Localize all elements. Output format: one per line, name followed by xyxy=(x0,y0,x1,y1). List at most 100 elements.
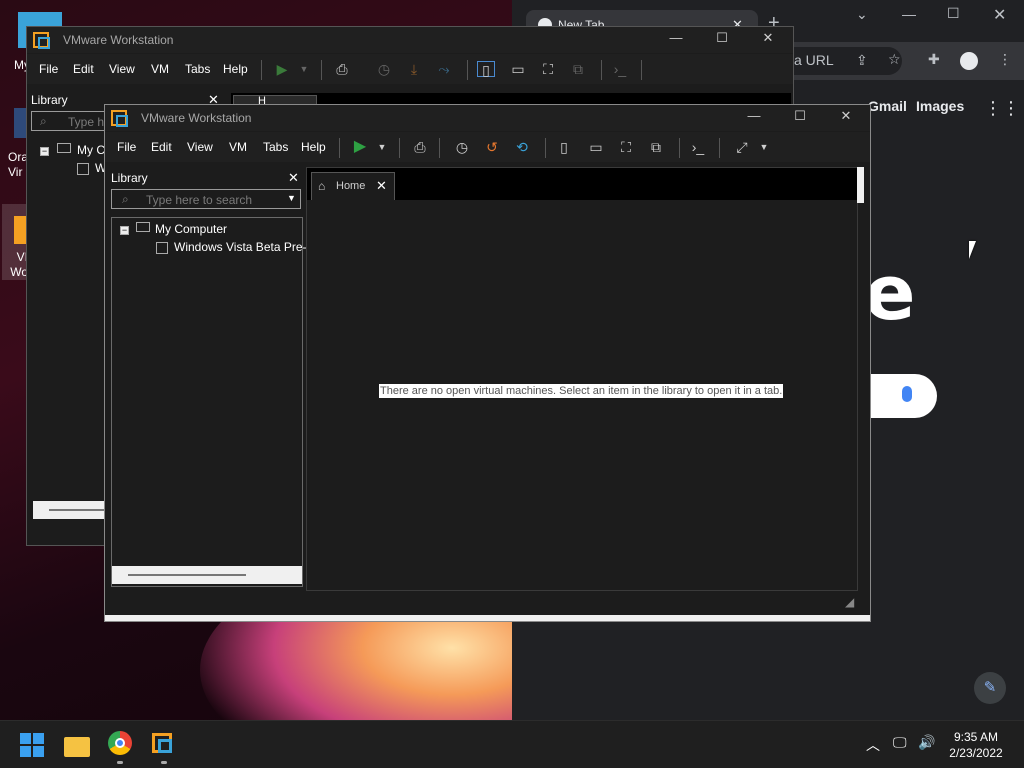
horizontal-scrollbar[interactable] xyxy=(112,566,302,584)
tab-search-icon[interactable]: ⌄ xyxy=(856,6,868,23)
computer-icon xyxy=(57,143,71,153)
menu-help[interactable]: Help xyxy=(223,62,248,76)
snapshot-icon[interactable]: ◷ xyxy=(375,61,393,77)
maximize-icon[interactable]: ☐ xyxy=(785,108,815,124)
microphone-icon[interactable] xyxy=(902,386,912,402)
window-title: VMware Workstation xyxy=(63,33,174,47)
divider xyxy=(601,60,602,80)
unity-icon[interactable]: ⧉ xyxy=(569,61,587,77)
tree-item-my-computer[interactable]: My C xyxy=(77,143,105,157)
menu-file[interactable]: File xyxy=(39,62,58,76)
clock[interactable]: 9:35 AM 2/23/2022 xyxy=(940,729,1012,761)
close-icon[interactable]: ✕ xyxy=(993,5,1006,25)
volume-icon[interactable]: 🔊 xyxy=(918,734,935,751)
menu-edit[interactable]: Edit xyxy=(73,62,94,76)
empty-message-text: There are no open virtual machines. Sele… xyxy=(380,385,783,397)
chevron-up-icon[interactable]: ︿ xyxy=(866,735,880,755)
chevron-down-icon[interactable]: ▼ xyxy=(755,139,773,155)
images-link[interactable]: Images xyxy=(916,98,964,114)
network-icon[interactable]: 🖵 xyxy=(893,734,907,751)
running-indicator xyxy=(117,761,123,764)
close-icon[interactable]: ✕ xyxy=(753,30,783,46)
chevron-down-icon[interactable]: ▼ xyxy=(287,193,296,203)
menu-view[interactable]: View xyxy=(109,62,135,76)
menu-vm[interactable]: VM xyxy=(229,140,247,154)
apps-grid-icon[interactable]: ⋮⋮ xyxy=(984,98,1020,119)
scrollbar-thumb[interactable] xyxy=(128,574,246,576)
unity-icon[interactable]: ⧉ xyxy=(647,139,665,155)
maximize-icon[interactable]: ☐ xyxy=(947,5,960,22)
maximize-icon[interactable]: ☐ xyxy=(707,30,737,46)
minimize-icon[interactable]: — xyxy=(902,6,916,22)
minimize-icon[interactable]: — xyxy=(739,108,769,123)
minimize-icon[interactable]: — xyxy=(661,30,691,45)
scrollbar-thumb[interactable] xyxy=(49,509,109,511)
vm-icon xyxy=(156,242,168,254)
close-icon[interactable]: ✕ xyxy=(288,170,299,186)
vmware-logo-icon xyxy=(111,110,128,127)
play-icon[interactable]: ▶ xyxy=(351,139,369,155)
customize-pencil-icon[interactable]: ✎ xyxy=(974,672,1006,704)
vmware-taskbar-button[interactable] xyxy=(152,731,176,755)
close-icon[interactable]: ✕ xyxy=(376,178,387,194)
tree-item-my-computer[interactable]: My Computer xyxy=(155,222,227,236)
tree-item-vm[interactable]: Windows Vista Beta Pre- xyxy=(174,240,307,254)
menu-file[interactable]: File xyxy=(117,140,136,154)
profile-icon[interactable] xyxy=(960,52,978,70)
desktop-icon-vmware[interactable]: VI Wo xyxy=(2,204,32,280)
home-icon: ⌂ xyxy=(318,179,326,193)
show-library-icon[interactable]: ▯ xyxy=(477,61,495,78)
show-thumbnails-icon[interactable]: ▭ xyxy=(587,139,605,155)
send-keys-icon[interactable]: ⎙ xyxy=(411,139,429,155)
divider xyxy=(439,138,440,158)
menu-vm[interactable]: VM xyxy=(151,62,169,76)
menu-tabs[interactable]: Tabs xyxy=(263,140,288,154)
gmail-link[interactable]: Gmail xyxy=(868,98,907,114)
chevron-down-icon[interactable]: ▼ xyxy=(373,139,391,155)
chevron-down-icon[interactable]: ▼ xyxy=(295,61,313,77)
menu-icon[interactable]: ⋮ xyxy=(998,51,1012,68)
revert-snapshot-icon[interactable]: ↺ xyxy=(483,139,501,155)
full-screen-icon[interactable]: ⛶ xyxy=(539,61,557,77)
taskbar: ︿ 🖵 🔊 9:35 AM 2/23/2022 xyxy=(0,720,1024,768)
vmware-logo-inner xyxy=(158,739,172,753)
menu-bar: File Edit View VM Tabs Help ▶ ▼ ⎙ ◷ ↺ ⟲ … xyxy=(105,132,870,162)
star-icon[interactable]: ☆ xyxy=(888,51,901,68)
tree-expander[interactable]: − xyxy=(40,147,49,156)
chrome-taskbar-button[interactable] xyxy=(108,731,132,755)
manage-snapshots-icon[interactable]: ⟲ xyxy=(513,139,531,155)
vertical-scrollbar[interactable] xyxy=(857,167,864,203)
tree-expander[interactable]: − xyxy=(120,226,129,235)
library-tree: − My Computer Windows Vista Beta Pre- xyxy=(111,217,307,587)
console-icon[interactable]: ›_ xyxy=(611,61,629,77)
close-icon[interactable]: ✕ xyxy=(831,108,861,124)
home-tab[interactable]: ⌂ Home ✕ xyxy=(311,172,395,200)
start-button[interactable] xyxy=(20,733,44,757)
resize-grip-icon[interactable]: ◢ xyxy=(845,595,854,609)
console-icon[interactable]: ›_ xyxy=(689,139,707,155)
menu-tabs[interactable]: Tabs xyxy=(185,62,210,76)
library-title: Library xyxy=(111,171,148,185)
menu-view[interactable]: View xyxy=(187,140,213,154)
main-area: ⌂ Home ✕ There are no open virtual machi… xyxy=(306,167,858,591)
library-panel: Library ✕ ⌕ Type here to search ▼ − My C… xyxy=(109,167,307,587)
stretch-guest-icon[interactable]: ⤢ xyxy=(733,139,751,155)
snapshot-icon[interactable]: ◷ xyxy=(453,139,471,155)
file-explorer-button[interactable] xyxy=(64,733,90,757)
divider xyxy=(719,138,720,158)
share-icon[interactable]: ⇪ xyxy=(856,52,868,69)
menu-edit[interactable]: Edit xyxy=(151,140,172,154)
show-thumbnails-icon[interactable]: ▭ xyxy=(509,61,527,77)
send-keys-icon[interactable]: ⎙ xyxy=(333,61,351,77)
horizontal-scrollbar[interactable] xyxy=(33,501,111,519)
clock-date: 2/23/2022 xyxy=(949,746,1003,760)
library-search-input[interactable]: ⌕ Type here to search ▼ xyxy=(111,189,301,209)
revert-snapshot-icon[interactable]: ⤓ xyxy=(405,61,423,77)
divider xyxy=(321,60,322,80)
manage-snapshots-icon[interactable]: ⤳ xyxy=(435,61,453,77)
full-screen-icon[interactable]: ⛶ xyxy=(617,139,635,155)
play-icon[interactable]: ▶ xyxy=(273,61,291,77)
extensions-icon[interactable]: ✚ xyxy=(928,51,940,68)
menu-help[interactable]: Help xyxy=(301,140,326,154)
show-library-icon[interactable]: ▯ xyxy=(555,139,573,155)
